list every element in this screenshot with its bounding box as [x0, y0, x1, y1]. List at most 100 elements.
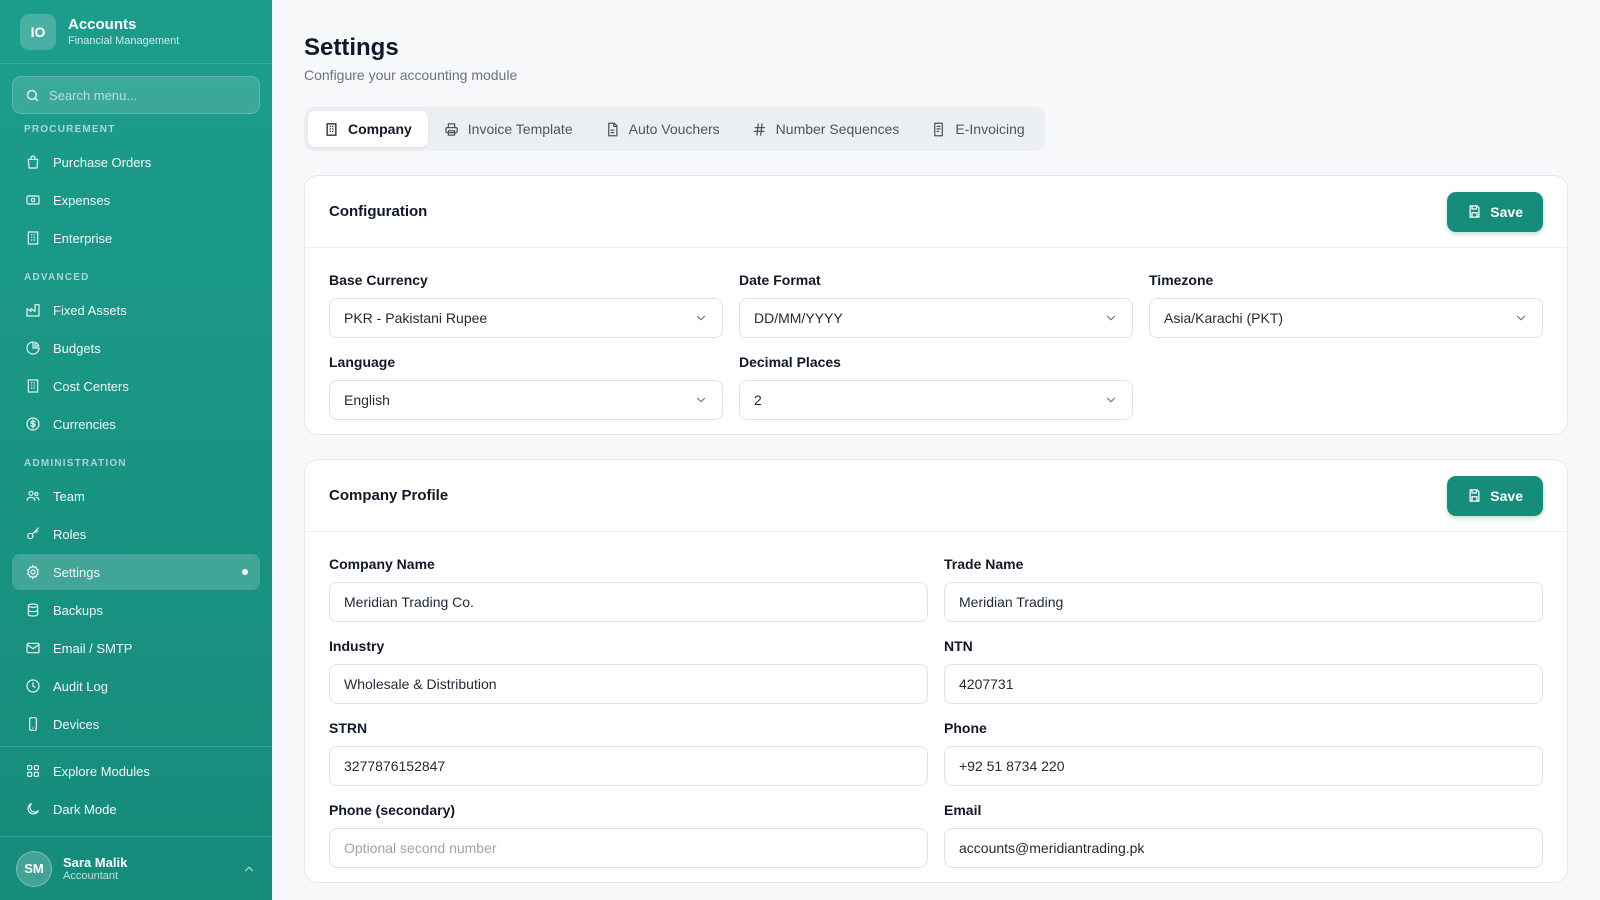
tab-number-sequences[interactable]: Number Sequences [736, 111, 916, 147]
banknote-icon [26, 195, 40, 205]
sidebar-item-devices[interactable]: Devices [12, 706, 260, 742]
timezone-field: Timezone Asia/Karachi (PKT) [1149, 272, 1543, 338]
user-role: Accountant [63, 870, 119, 882]
sidebar-item-currencies[interactable]: Currencies [12, 406, 260, 442]
decimal-places-field: Decimal Places 2 [739, 354, 1133, 420]
field-label: Language [329, 354, 396, 370]
sidebar-item-audit-log[interactable]: Audit Log [12, 668, 260, 704]
user-menu[interactable]: SM Sara Malik Accountant [0, 836, 272, 900]
field-label: Date Format [739, 272, 821, 288]
hash-icon [753, 122, 765, 136]
sidebar-item-budgets[interactable]: Budgets [12, 330, 260, 366]
tab-e-invoicing[interactable]: E-Invoicing [915, 111, 1040, 147]
select-value: DD/MM/YYYY [754, 310, 843, 326]
tab-company[interactable]: Company [308, 111, 428, 147]
email-input[interactable] [959, 840, 1528, 856]
button-label: Save [1490, 203, 1523, 220]
sidebar-item-dark-mode[interactable]: Dark Mode [12, 791, 260, 827]
page-title: Settings [304, 34, 399, 61]
trade-name-input[interactable] [959, 594, 1528, 610]
sidebar-search[interactable] [12, 76, 260, 114]
select-value: 2 [754, 392, 762, 408]
company-name-input[interactable] [344, 594, 913, 610]
mail-icon [26, 642, 40, 654]
gear-icon [26, 564, 40, 580]
timezone-select[interactable]: Asia/Karachi (PKT) [1149, 298, 1543, 338]
users-icon [26, 490, 40, 501]
field-label: Industry [329, 638, 385, 654]
smartphone-icon [29, 717, 37, 731]
base-currency-select[interactable]: PKR - Pakistani Rupee [329, 298, 723, 338]
field-label: Email [944, 802, 982, 818]
language-field: Language English [329, 354, 723, 420]
phone-secondary-input[interactable] [344, 840, 913, 856]
sidebar-item-purchase-orders[interactable]: Purchase Orders [12, 144, 260, 180]
ntn-input[interactable] [959, 676, 1528, 692]
key-icon [27, 527, 39, 540]
industry-input[interactable] [344, 676, 913, 692]
sidebar-item-fixed-assets[interactable]: Fixed Assets [12, 292, 260, 328]
tab-label: Number Sequences [775, 121, 900, 137]
tab-auto-vouchers[interactable]: Auto Vouchers [589, 111, 736, 147]
sidebar-item-roles[interactable]: Roles [12, 516, 260, 552]
phone-field: Phone [944, 720, 1543, 786]
date-format-select[interactable]: DD/MM/YYYY [739, 298, 1133, 338]
field-label: STRN [329, 720, 368, 736]
sidebar-item-enterprise[interactable]: Enterprise [12, 220, 260, 256]
grid-icon [27, 765, 39, 777]
strn-input[interactable] [344, 758, 913, 774]
tab-label: E-Invoicing [955, 121, 1025, 137]
save-company-profile-button[interactable]: Save [1447, 475, 1543, 516]
shopping-bag-icon [27, 155, 39, 169]
sidebar-item-label: Dark Mode [53, 801, 117, 817]
sidebar-item-explore-modules[interactable]: Explore Modules [12, 753, 260, 789]
section-label-administration: ADMINISTRATION [24, 458, 127, 469]
brand-logo: IO [20, 13, 56, 50]
sidebar-item-label: Roles [53, 526, 87, 542]
building-icon [326, 122, 337, 136]
sidebar-footer-nav: Explore Modules Dark Mode [0, 746, 272, 827]
sidebar-item-email-smtp[interactable]: Email / SMTP [12, 630, 260, 666]
field-label: NTN [944, 638, 973, 654]
company-name-field: Company Name [329, 556, 928, 622]
chevron-down-icon [1106, 397, 1116, 403]
sidebar-item-settings[interactable]: Settings [12, 554, 260, 590]
sidebar-item-backups[interactable]: Backups [12, 592, 260, 628]
sidebar-item-label: Devices [53, 716, 100, 732]
pie-chart-icon [26, 341, 40, 355]
field-label: Trade Name [944, 556, 1024, 572]
page-subtitle: Configure your accounting module [304, 67, 518, 83]
tab-invoice-template[interactable]: Invoice Template [428, 111, 589, 147]
decimal-places-select[interactable]: 2 [739, 380, 1133, 420]
sidebar-item-expenses[interactable]: Expenses [12, 182, 260, 218]
dollar-circle-icon [26, 417, 40, 431]
active-indicator-dot [242, 569, 248, 575]
chevron-down-icon [1106, 315, 1116, 321]
database-icon [27, 603, 39, 617]
moon-icon [27, 803, 39, 815]
save-configuration-button[interactable]: Save [1447, 191, 1543, 232]
card-title: Configuration [329, 203, 428, 220]
sidebar-item-label: Currencies [53, 416, 116, 432]
save-icon [1469, 205, 1480, 218]
search-icon [26, 89, 39, 101]
sidebar-item-label: Budgets [53, 340, 101, 356]
language-select[interactable]: English [329, 380, 723, 420]
search-input[interactable] [49, 87, 239, 103]
sidebar-item-label: Explore Modules [53, 763, 150, 779]
sidebar: IO Accounts Financial Management PROCURE… [0, 0, 272, 900]
sidebar-item-label: Audit Log [53, 678, 108, 694]
chevron-up-icon[interactable] [242, 862, 256, 876]
field-label: Decimal Places [739, 354, 841, 370]
strn-field: STRN [329, 720, 928, 786]
phone-input[interactable] [959, 758, 1528, 774]
tab-label: Company [348, 121, 412, 137]
configuration-card: Configuration Save Base Currency PKR - P… [304, 175, 1568, 435]
sidebar-item-label: Cost Centers [53, 378, 129, 394]
section-label-procurement: PROCUREMENT [24, 124, 116, 135]
settings-tabs: Company Invoice Template Auto Vouchers N… [304, 107, 1045, 151]
sidebar-item-cost-centers[interactable]: Cost Centers [12, 368, 260, 404]
industry-field: Industry [329, 638, 928, 704]
sidebar-item-team[interactable]: Team [12, 478, 260, 514]
sidebar-item-label: Team [53, 488, 85, 504]
